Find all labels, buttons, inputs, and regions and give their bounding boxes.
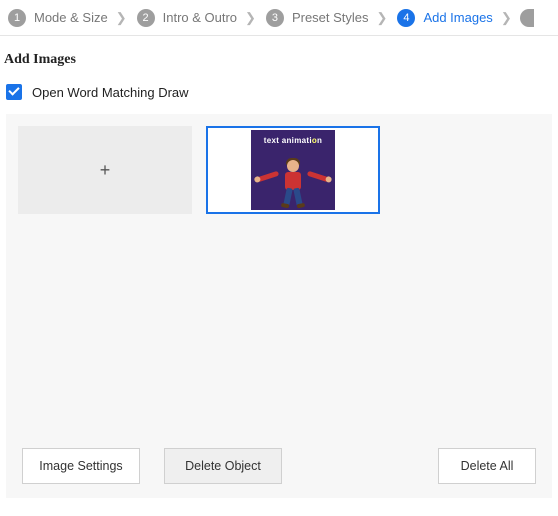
add-image-tile[interactable]: + xyxy=(18,126,192,214)
step-number-4: 4 xyxy=(397,9,415,27)
thumbnail-caption: text animation xyxy=(251,130,335,145)
character-icon xyxy=(265,158,321,208)
thumbnail-preview: text animation xyxy=(251,130,335,210)
delete-object-button[interactable]: Delete Object xyxy=(164,448,282,484)
open-word-matching-row[interactable]: Open Word Matching Draw xyxy=(0,76,558,114)
chevron-right-icon: ❯ xyxy=(373,10,392,26)
wizard-steps: 1 Mode & Size ❯ 2 Intro & Outro ❯ 3 Pres… xyxy=(0,0,558,36)
step-mode-size[interactable]: 1 Mode & Size xyxy=(2,9,112,27)
step-label: Intro & Outro xyxy=(163,10,237,25)
checkbox-icon[interactable] xyxy=(6,84,22,100)
chevron-right-icon: ❯ xyxy=(241,10,260,26)
section-title: Add Images xyxy=(0,36,558,76)
step-add-images[interactable]: 4 Add Images xyxy=(391,9,496,27)
thumbnail-row: + text animation xyxy=(18,126,540,214)
step-label: Add Images xyxy=(423,10,492,25)
step-preset-styles[interactable]: 3 Preset Styles xyxy=(260,9,373,27)
plus-icon: + xyxy=(100,160,111,181)
checkbox-label: Open Word Matching Draw xyxy=(32,85,189,100)
step-label: Mode & Size xyxy=(34,10,108,25)
step-next-partial xyxy=(520,9,534,27)
step-intro-outro[interactable]: 2 Intro & Outro xyxy=(131,9,241,27)
action-buttons: Image Settings Delete Object Delete All xyxy=(22,448,536,484)
image-thumbnail-1[interactable]: text animation xyxy=(206,126,380,214)
step-number-3: 3 xyxy=(266,9,284,27)
delete-all-button[interactable]: Delete All xyxy=(438,448,536,484)
step-label: Preset Styles xyxy=(292,10,369,25)
chevron-right-icon: ❯ xyxy=(497,10,516,26)
images-canvas: + text animation Image Settings xyxy=(6,114,552,498)
chevron-right-icon: ❯ xyxy=(112,10,131,26)
step-number-2: 2 xyxy=(137,9,155,27)
image-settings-button[interactable]: Image Settings xyxy=(22,448,140,484)
step-number-1: 1 xyxy=(8,9,26,27)
